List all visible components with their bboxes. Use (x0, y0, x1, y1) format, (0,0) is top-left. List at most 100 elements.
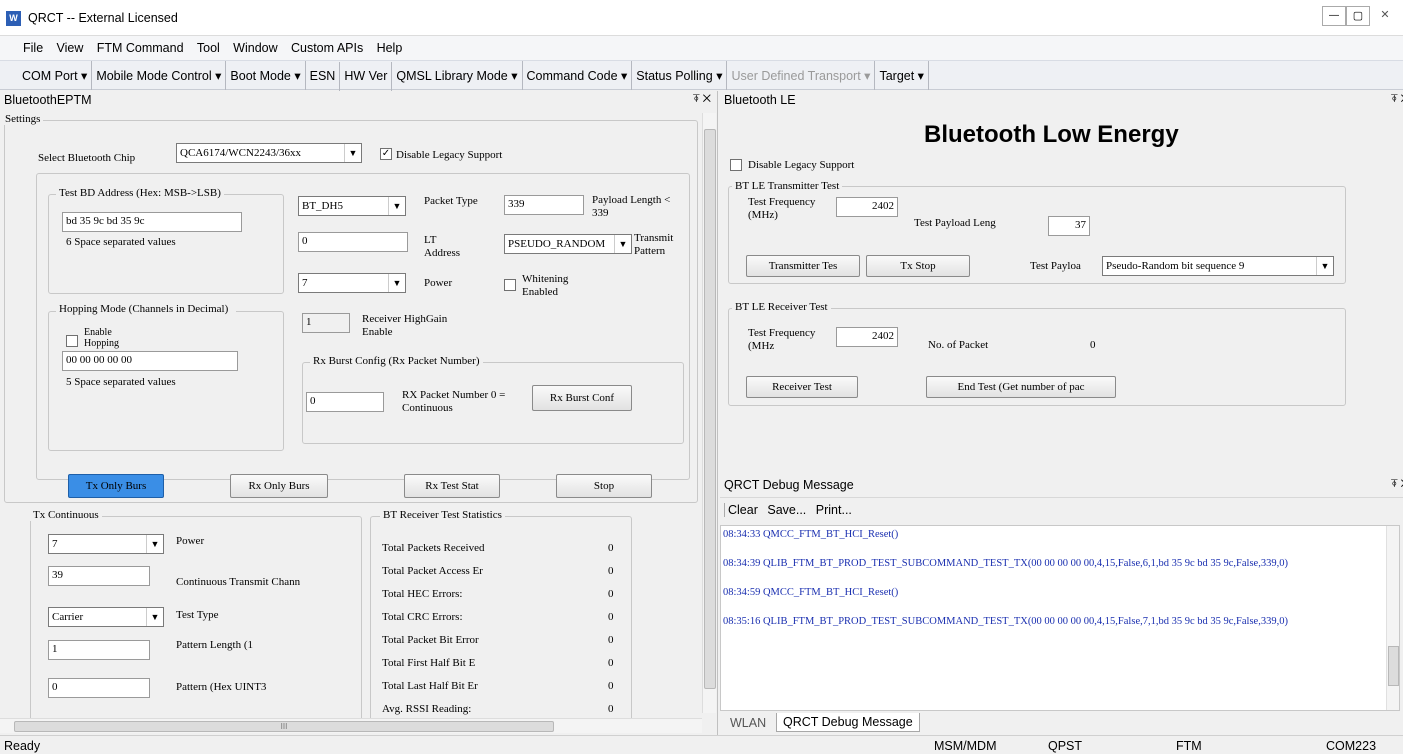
hopping-hint: 5 Space separated values (66, 376, 176, 388)
transmit-pattern-label: Transmit Pattern (634, 232, 674, 257)
lt-address-label: LT Address (424, 234, 461, 256)
mobile-mode-control-dropdown[interactable]: Mobile Mode Control ▾ (92, 61, 227, 90)
le-tx-stop-button[interactable]: Tx Stop (866, 255, 970, 277)
packet-type-label: Packet Type (424, 195, 478, 207)
power-select[interactable]: 7 ▼ (298, 273, 406, 293)
scrollbar-thumb[interactable]: III (14, 721, 554, 732)
vertical-scrollbar[interactable] (702, 113, 716, 713)
menu-file[interactable]: File (18, 37, 48, 59)
le-rx-freq-label: Test Frequency (MHz (748, 327, 816, 352)
chevron-down-icon: ▼ (388, 274, 405, 292)
chevron-down-icon: ▼ (388, 197, 405, 215)
status-qpst: QPST (1048, 739, 1083, 753)
debug-toolbar: Clear Save... Print... (720, 501, 1403, 523)
stat-value: 0 (608, 611, 614, 623)
packet-type-select[interactable]: BT_DH5 ▼ (298, 196, 406, 216)
txc-pattern-input[interactable]: 0 (48, 678, 150, 698)
le-payload-len-input[interactable]: 37 (1048, 216, 1090, 236)
le-end-test-button[interactable]: End Test (Get number of pac (926, 376, 1116, 398)
bluetooth-eptm-panel: BluetoothEPTM ⍕ ✕ Settings Select Blueto… (0, 91, 718, 735)
menu-window[interactable]: Window (228, 37, 282, 59)
chip-label: Select Bluetooth Chip (38, 152, 136, 164)
hw-ver-button[interactable]: HW Ver (340, 62, 393, 91)
tab-qrct-debug-message[interactable]: QRCT Debug Message (776, 713, 920, 732)
le-rx-freq-input[interactable]: 2402 (836, 327, 898, 347)
le-tx-freq-input[interactable]: 2402 (836, 197, 898, 217)
stop-button[interactable]: Stop (556, 474, 652, 498)
packet-type-input[interactable]: 339 (504, 195, 584, 215)
maximize-button[interactable]: ▢ (1346, 6, 1370, 26)
com-port-dropdown[interactable]: COM Port ▾ (18, 61, 93, 90)
le-receiver-test-button[interactable]: Receiver Test (746, 376, 858, 398)
stat-value: 0 (608, 703, 614, 715)
menu-bar: File View FTM Command Tool Window Custom… (0, 36, 1403, 60)
legacy-checkbox[interactable]: ✓ (380, 148, 392, 160)
target-dropdown[interactable]: Target ▾ (875, 61, 929, 90)
bd-address-input[interactable]: bd 35 9c bd 35 9c (62, 212, 242, 232)
stat-label: Total Last Half Bit Er (382, 680, 478, 692)
txc-pattern-length-input[interactable]: 1 (48, 640, 150, 660)
tx-continuous-label: Tx Continuous (30, 509, 102, 521)
lt-address-input[interactable]: 0 (298, 232, 408, 252)
tx-only-burst-button[interactable]: Tx Only Burs (68, 474, 164, 498)
txc-power-label: Power (176, 535, 205, 547)
chip-select[interactable]: QCA6174/WCN2243/36xx ▼ (176, 143, 362, 163)
txc-channel-input[interactable]: 39 (48, 566, 150, 586)
menu-help[interactable]: Help (372, 37, 408, 59)
rx-test-stat-button[interactable]: Rx Test Stat (404, 474, 500, 498)
horizontal-scrollbar[interactable]: III (0, 718, 702, 733)
transmit-pattern-select[interactable]: PSEUDO_RANDOM ▼ (504, 234, 632, 254)
le-payload-type-select[interactable]: Pseudo-Random bit sequence 9 ▼ (1102, 256, 1334, 276)
txc-pattern-label: Pattern (Hex UINT3 (176, 681, 267, 693)
log-scrollbar[interactable] (1386, 526, 1399, 710)
panel-title: QRCT Debug Message (724, 478, 854, 492)
esn-button[interactable]: ESN (306, 62, 341, 91)
stat-value: 0 (608, 542, 614, 554)
pin-close-icon[interactable]: ⍕ ✕ (1391, 93, 1403, 106)
toolbar: COM Port ▾ Mobile Mode Control ▾ Boot Mode… (0, 60, 1403, 91)
txc-test-type-select[interactable]: Carrier ▼ (48, 607, 164, 627)
rx-burst-conf-button[interactable]: Rx Burst Conf (532, 385, 632, 411)
le-transmitter-test-button[interactable]: Transmitter Tes (746, 255, 860, 277)
stat-label: Total Packets Received (382, 542, 485, 554)
pin-close-icon[interactable]: ⍕ ✕ (693, 93, 711, 106)
boot-mode-dropdown[interactable]: Boot Mode ▾ (226, 61, 306, 90)
log-line: 08:35:16 QLIB_FTM_BT_PROD_TEST_SUBCOMMAN… (723, 616, 1288, 627)
menu-ftm-command[interactable]: FTM Command (92, 37, 189, 59)
status-ftm: FTM (1176, 739, 1202, 753)
tab-wlan[interactable]: WLAN (730, 716, 766, 730)
stat-label: Total First Half Bit E (382, 657, 476, 669)
command-code-dropdown[interactable]: Command Code ▾ (523, 61, 633, 90)
stat-value: 0 (608, 657, 614, 669)
hopping-channels-input[interactable]: 00 00 00 00 00 (62, 351, 238, 371)
status-polling-dropdown[interactable]: Status Polling ▾ (632, 61, 728, 90)
enable-hopping-checkbox[interactable] (66, 335, 78, 347)
stat-value: 0 (608, 565, 614, 577)
minimize-button[interactable]: — (1322, 6, 1346, 26)
pin-close-icon[interactable]: ⍕ ✕ (1391, 478, 1403, 491)
clear-button[interactable]: Clear (724, 503, 761, 517)
scrollbar-thumb[interactable] (704, 129, 716, 689)
highgain-input[interactable]: 1 (302, 313, 350, 333)
le-legacy-checkbox[interactable] (730, 159, 742, 171)
txc-power-select[interactable]: 7 ▼ (48, 534, 164, 554)
menu-view[interactable]: View (52, 37, 89, 59)
panel-header: QRCT Debug Message ⍕ ✕ (720, 476, 1403, 498)
payload-length-label: Payload Length < 339 (592, 194, 671, 219)
whitening-checkbox[interactable] (504, 279, 516, 291)
menu-custom-apis[interactable]: Custom APIs (286, 37, 368, 59)
scrollbar-thumb[interactable] (1388, 646, 1399, 686)
qmsl-library-mode-dropdown[interactable]: QMSL Library Mode ▾ (392, 61, 523, 90)
user-defined-transport-dropdown[interactable]: User Defined Transport ▾ (727, 61, 876, 90)
close-button[interactable]: ✕ (1372, 6, 1398, 26)
rx-only-burst-button[interactable]: Rx Only Burs (230, 474, 328, 498)
save-button[interactable]: Save... (764, 503, 809, 517)
rx-packet-number-input[interactable]: 0 (306, 392, 384, 412)
menu-tool[interactable]: Tool (192, 37, 225, 59)
debug-log[interactable]: 08:34:33 QMCC_FTM_BT_HCI_Reset() 08:34:3… (720, 525, 1400, 711)
log-line: 08:34:59 QMCC_FTM_BT_HCI_Reset() (723, 587, 899, 598)
print-button[interactable]: Print... (813, 503, 855, 517)
panel-title: Bluetooth LE (724, 93, 796, 107)
debug-panel: QRCT Debug Message ⍕ ✕ Clear Save... Pri… (720, 476, 1403, 735)
highgain-label: Receiver HighGain Enable (362, 313, 448, 338)
